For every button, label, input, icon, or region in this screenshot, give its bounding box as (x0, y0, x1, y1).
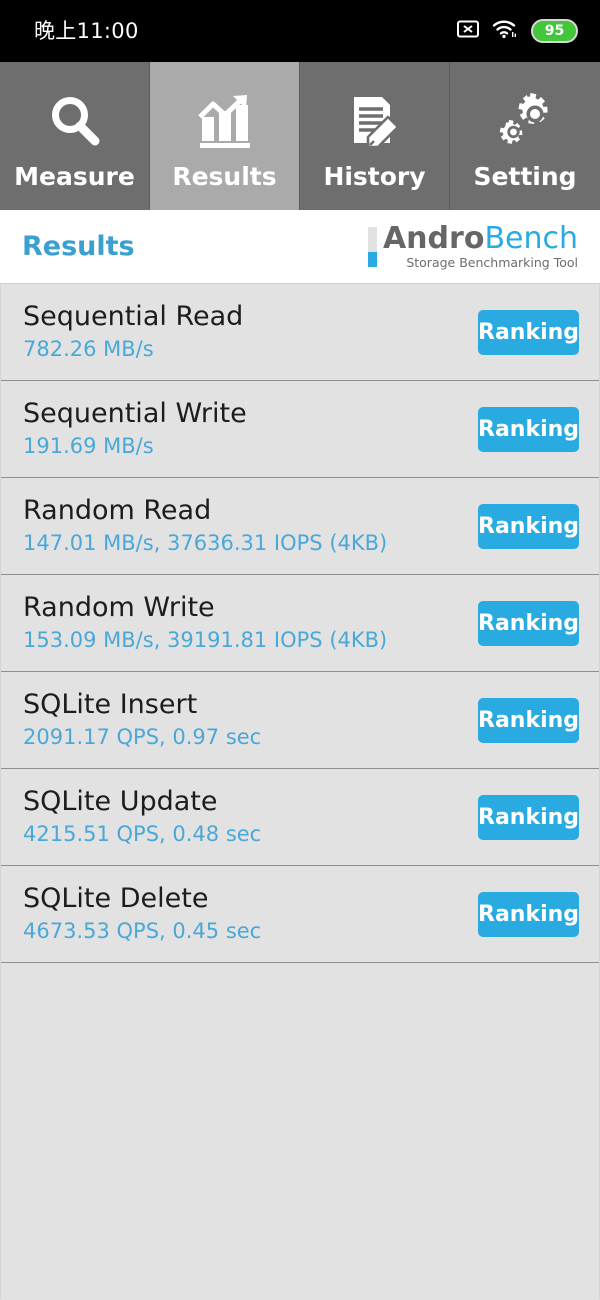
benchmark-value: 4673.53 QPS, 0.45 sec (23, 918, 262, 943)
logo-tagline: Storage Benchmarking Tool (406, 255, 578, 271)
battery-level-label: 95 (544, 23, 565, 39)
tab-history[interactable]: History (300, 62, 450, 210)
benchmark-value: 4215.51 QPS, 0.48 sec (23, 821, 262, 846)
table-row[interactable]: Random Write 153.09 MB/s, 39191.81 IOPS … (1, 575, 599, 672)
wifi-icon (492, 19, 518, 43)
tab-results[interactable]: Results (150, 62, 300, 210)
table-row[interactable]: Random Read 147.01 MB/s, 37636.31 IOPS (… (1, 478, 599, 575)
tab-measure-label: Measure (14, 161, 135, 191)
status-clock: 晚上11:00 (34, 18, 139, 43)
tab-bar: Measure Results History Setting (0, 62, 600, 210)
logo-bench: Bench (484, 220, 578, 256)
table-row[interactable]: SQLite Insert 2091.17 QPS, 0.97 sec Rank… (1, 672, 599, 769)
row-texts: SQLite Update 4215.51 QPS, 0.48 sec (23, 786, 261, 848)
row-texts: Random Read 147.01 MB/s, 37636.31 IOPS (… (23, 495, 387, 557)
benchmark-name: Sequential Read (23, 300, 244, 332)
tab-measure[interactable]: Measure (0, 62, 150, 210)
row-texts: Sequential Write 191.69 MB/s (23, 398, 247, 460)
ranking-button[interactable]: Ranking (478, 406, 579, 452)
bar-chart-arrow-icon (194, 90, 256, 154)
table-row[interactable]: SQLite Update 4215.51 QPS, 0.48 sec Rank… (1, 769, 599, 866)
app-screen: 晚上11:00 95 Measure Results History Setti… (0, 0, 600, 1300)
ranking-button[interactable]: Ranking (478, 600, 579, 646)
gears-icon (494, 90, 556, 154)
sim-no-card-icon (457, 19, 479, 43)
page-title: Results (22, 231, 135, 262)
tab-history-label: History (323, 161, 426, 191)
row-texts: Random Write 153.09 MB/s, 39191.81 IOPS … (23, 592, 387, 654)
logo-wordmark: AndroBench (383, 223, 578, 255)
results-list: Sequential Read 782.26 MB/s Ranking Sequ… (0, 284, 600, 1299)
ranking-button[interactable]: Ranking (478, 697, 579, 743)
tab-setting-label: Setting (473, 161, 577, 191)
ranking-button[interactable]: Ranking (478, 891, 579, 937)
page-header: Results AndroBench Storage Benchmarking … (0, 210, 600, 284)
table-row[interactable]: Sequential Read 782.26 MB/s Ranking (1, 284, 599, 381)
benchmark-value: 782.26 MB/s (23, 336, 154, 361)
table-row[interactable]: Sequential Write 191.69 MB/s Ranking (1, 381, 599, 478)
benchmark-name: SQLite Insert (23, 688, 198, 720)
battery-icon: 95 (531, 19, 578, 43)
status-icon-group: 95 (457, 19, 578, 43)
tab-setting[interactable]: Setting (450, 62, 600, 210)
row-texts: SQLite Delete 4673.53 QPS, 0.45 sec (23, 883, 261, 945)
benchmark-name: Random Write (23, 591, 215, 623)
benchmark-name: Sequential Write (23, 397, 247, 429)
benchmark-value: 191.69 MB/s (23, 433, 154, 458)
benchmark-name: Random Read (23, 494, 212, 526)
ranking-button[interactable]: Ranking (478, 794, 579, 840)
benchmark-name: SQLite Update (23, 785, 218, 817)
benchmark-value: 147.01 MB/s, 37636.31 IOPS (4KB) (23, 530, 388, 555)
logo-bar-icon (367, 226, 377, 267)
logo-text: AndroBench Storage Benchmarking Tool (383, 223, 578, 271)
benchmark-value: 2091.17 QPS, 0.97 sec (23, 724, 262, 749)
androbench-logo: AndroBench Storage Benchmarking Tool (367, 223, 578, 271)
row-texts: Sequential Read 782.26 MB/s (23, 301, 243, 363)
magnifier-icon (44, 90, 106, 154)
benchmark-value: 153.09 MB/s, 39191.81 IOPS (4KB) (23, 627, 388, 652)
logo-andro: Andro (382, 220, 485, 256)
table-row[interactable]: SQLite Delete 4673.53 QPS, 0.45 sec Rank… (1, 866, 599, 963)
document-pencil-icon (344, 90, 406, 154)
ranking-button[interactable]: Ranking (478, 503, 579, 549)
benchmark-name: SQLite Delete (23, 882, 209, 914)
status-bar: 晚上11:00 95 (0, 0, 600, 62)
tab-results-label: Results (172, 161, 277, 191)
ranking-button[interactable]: Ranking (478, 309, 579, 355)
row-texts: SQLite Insert 2091.17 QPS, 0.97 sec (23, 689, 261, 751)
